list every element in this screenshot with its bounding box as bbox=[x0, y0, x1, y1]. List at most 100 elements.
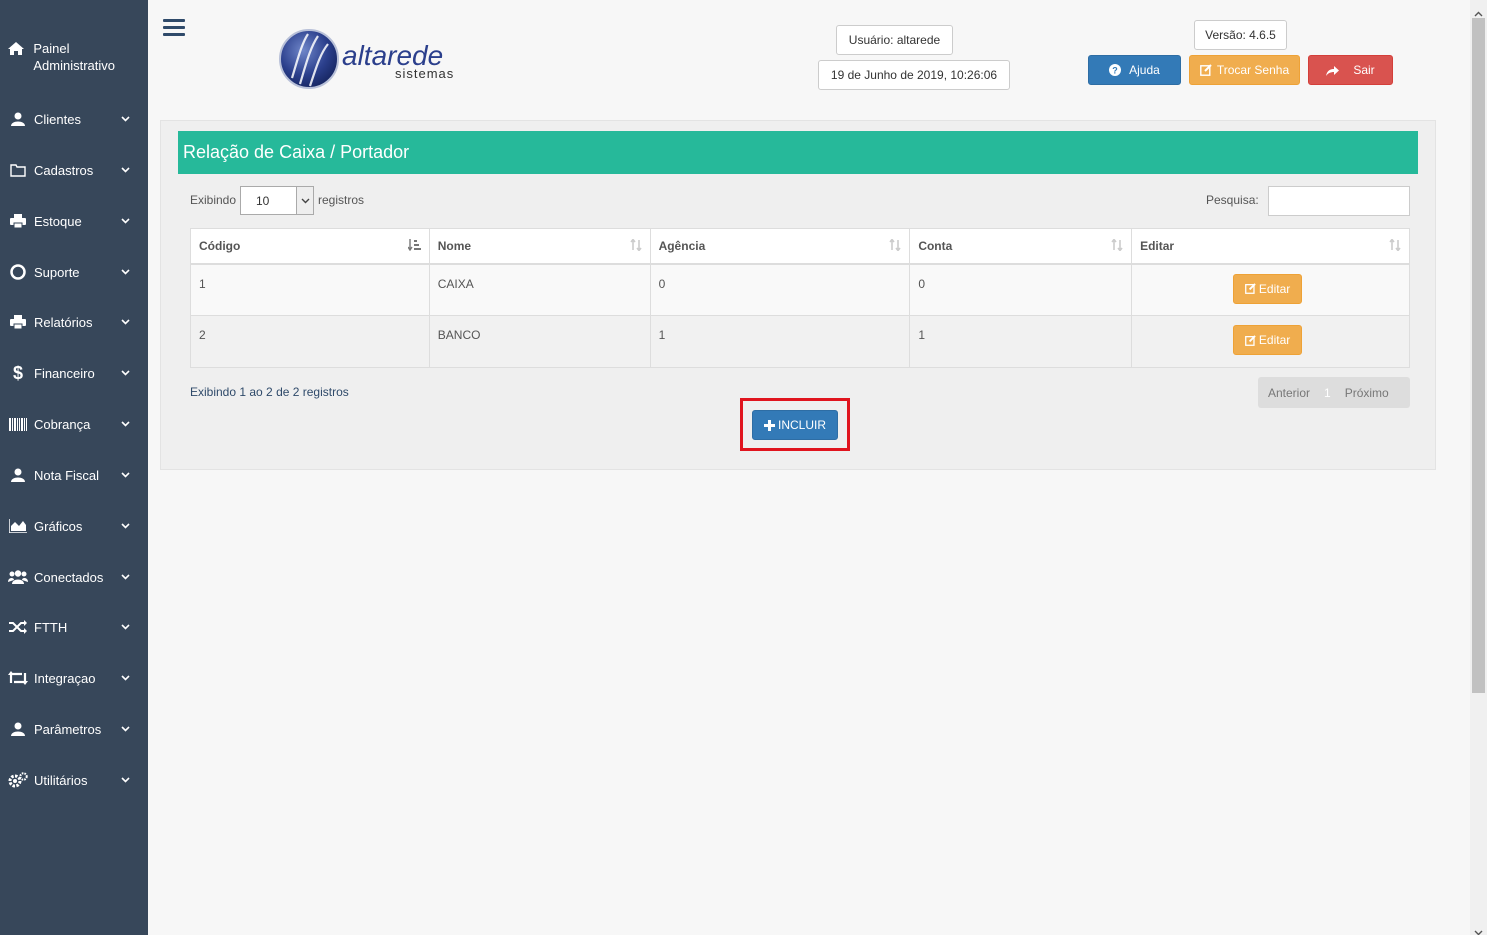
logo: altarede sistemas bbox=[278, 28, 468, 92]
search-label: Pesquisa: bbox=[1206, 193, 1259, 207]
svg-text:?: ? bbox=[1112, 66, 1118, 76]
sidebar-item-cadastros[interactable]: Cadastros bbox=[0, 150, 148, 190]
sidebar-item-cobranca[interactable]: Cobrança bbox=[0, 404, 148, 444]
pagination: Anterior 1 Próximo bbox=[1258, 377, 1410, 408]
edit-icon bbox=[1199, 64, 1212, 76]
add-button-label: INCLUIR bbox=[777, 418, 826, 432]
sidebar-item-label: Cobrança bbox=[34, 416, 91, 432]
cell-nome: BANCO bbox=[428, 315, 651, 368]
user-display: Usuário: altarede bbox=[836, 25, 953, 55]
scrollbar-thumb[interactable] bbox=[1472, 18, 1485, 693]
area-chart-icon bbox=[8, 518, 28, 534]
chevron-down-icon bbox=[116, 675, 134, 681]
question-circle-icon: ? bbox=[1109, 64, 1122, 76]
sidebar-item-label: Cadastros bbox=[34, 162, 94, 178]
sort-icon bbox=[1111, 238, 1123, 254]
cell-agencia: 1 bbox=[649, 315, 911, 368]
sidebar-item-suporte[interactable]: Suporte bbox=[0, 252, 148, 292]
panel-title: Relação de Caixa / Portador bbox=[178, 131, 1418, 174]
sort-asc-icon bbox=[407, 239, 421, 254]
column-header-codigo[interactable]: Código bbox=[190, 228, 430, 265]
pagination-previous[interactable]: Anterior bbox=[1258, 386, 1320, 400]
cell-editar: Editar bbox=[1131, 315, 1410, 368]
menu-toggle-icon[interactable] bbox=[163, 19, 185, 37]
column-header-label: Conta bbox=[918, 238, 953, 253]
chevron-down-icon bbox=[116, 777, 134, 783]
sidebar-item-utilitarios[interactable]: Utilitários bbox=[0, 760, 148, 800]
column-header-editar[interactable]: Editar bbox=[1131, 228, 1410, 265]
sidebar-item-label: Conectados bbox=[34, 569, 104, 585]
length-label: Exibindo bbox=[190, 193, 237, 207]
help-button-label: Ajuda bbox=[1129, 63, 1160, 77]
sidebar-item-parametros[interactable]: Parâmetros bbox=[0, 709, 148, 749]
page-length-select[interactable]: 10 bbox=[240, 186, 314, 215]
users-icon bbox=[8, 569, 28, 585]
sidebar-item-relatorios[interactable]: Relatórios bbox=[0, 302, 148, 342]
chevron-down-icon bbox=[116, 421, 134, 427]
help-button[interactable]: ? Ajuda bbox=[1088, 55, 1181, 85]
chevron-down-icon bbox=[116, 726, 134, 732]
sidebar-item-estoque[interactable]: Estoque bbox=[0, 201, 148, 241]
cell-codigo: 1 bbox=[190, 263, 430, 316]
chevron-down-icon bbox=[116, 218, 134, 224]
user-icon bbox=[8, 467, 28, 483]
column-header-nome[interactable]: Nome bbox=[428, 228, 651, 265]
chevron-down-icon bbox=[116, 523, 134, 529]
pagination-next[interactable]: Próximo bbox=[1335, 386, 1399, 400]
folder-icon bbox=[8, 162, 28, 178]
sidebar-item-graficos[interactable]: Gráficos bbox=[0, 506, 148, 546]
logo-globe-icon bbox=[279, 29, 339, 89]
sidebar-item-label: Gráficos bbox=[34, 518, 83, 534]
sort-icon bbox=[629, 238, 642, 254]
chevron-down-icon bbox=[116, 319, 134, 325]
table-row: 2 BANCO 1 1 Editar bbox=[190, 315, 1410, 368]
sidebar-item-label: Utilitários bbox=[34, 772, 88, 788]
sidebar-item-conectados[interactable]: Conectados bbox=[0, 557, 148, 597]
sidebar-item-label: Integraçao bbox=[34, 670, 96, 686]
chevron-down-icon bbox=[116, 574, 134, 580]
dollar-icon: $ bbox=[12, 362, 23, 383]
cell-conta: 1 bbox=[909, 315, 1133, 368]
print-icon bbox=[8, 314, 28, 330]
add-button[interactable]: INCLUIR bbox=[752, 410, 838, 440]
column-header-agencia[interactable]: Agência bbox=[649, 228, 911, 265]
column-header-label: Código bbox=[199, 238, 241, 253]
sidebar-item-label: Nota Fiscal bbox=[34, 467, 100, 483]
cogs-icon bbox=[8, 772, 28, 788]
edit-button[interactable]: Editar bbox=[1233, 325, 1303, 355]
sidebar-item-nota-fiscal[interactable]: Nota Fiscal bbox=[0, 455, 148, 495]
table-row: 1 CAIXA 0 0 Editar bbox=[190, 263, 1410, 316]
chevron-down-icon bbox=[116, 116, 134, 122]
plus-icon bbox=[763, 419, 775, 431]
share-icon bbox=[1326, 65, 1340, 76]
scroll-down-icon[interactable] bbox=[1474, 924, 1483, 935]
cell-conta: 0 bbox=[909, 263, 1133, 316]
user-icon bbox=[8, 111, 28, 127]
sidebar-item-label: FTTH bbox=[34, 619, 68, 635]
logout-button[interactable]: Sair bbox=[1308, 55, 1393, 85]
sidebar-header[interactable]: Painel Administrativo bbox=[8, 40, 138, 74]
sidebar-item-ftth[interactable]: FTTH bbox=[0, 607, 148, 647]
sidebar-item-financeiro[interactable]: $ Financeiro bbox=[0, 353, 148, 393]
logout-label: Sair bbox=[1353, 63, 1375, 77]
pagination-current-page[interactable]: 1 bbox=[1320, 386, 1335, 400]
chevron-down-icon bbox=[116, 624, 134, 630]
vertical-scrollbar[interactable] bbox=[1470, 0, 1487, 935]
print-icon bbox=[8, 213, 28, 229]
sidebar-item-label: Parâmetros bbox=[34, 721, 102, 737]
sidebar: Painel Administrativo Clientes Cadastros… bbox=[0, 0, 148, 935]
sidebar-item-clientes[interactable]: Clientes bbox=[0, 99, 148, 139]
search-input[interactable] bbox=[1268, 186, 1410, 216]
column-header-label: Nome bbox=[437, 238, 472, 253]
chevron-down-icon bbox=[116, 472, 134, 478]
sidebar-item-label: Relatórios bbox=[34, 314, 93, 330]
edit-icon bbox=[1244, 283, 1256, 294]
version-display: Versão: 4.6.5 bbox=[1194, 20, 1287, 50]
edit-button[interactable]: Editar bbox=[1233, 273, 1303, 304]
sidebar-item-integracao[interactable]: Integraçao bbox=[0, 658, 148, 698]
sidebar-item-label: Financeiro bbox=[34, 365, 95, 381]
change-password-button[interactable]: Trocar Senha bbox=[1189, 55, 1300, 85]
column-header-label: Editar bbox=[1140, 238, 1175, 253]
cell-codigo: 2 bbox=[190, 315, 430, 368]
column-header-conta[interactable]: Conta bbox=[909, 228, 1133, 265]
